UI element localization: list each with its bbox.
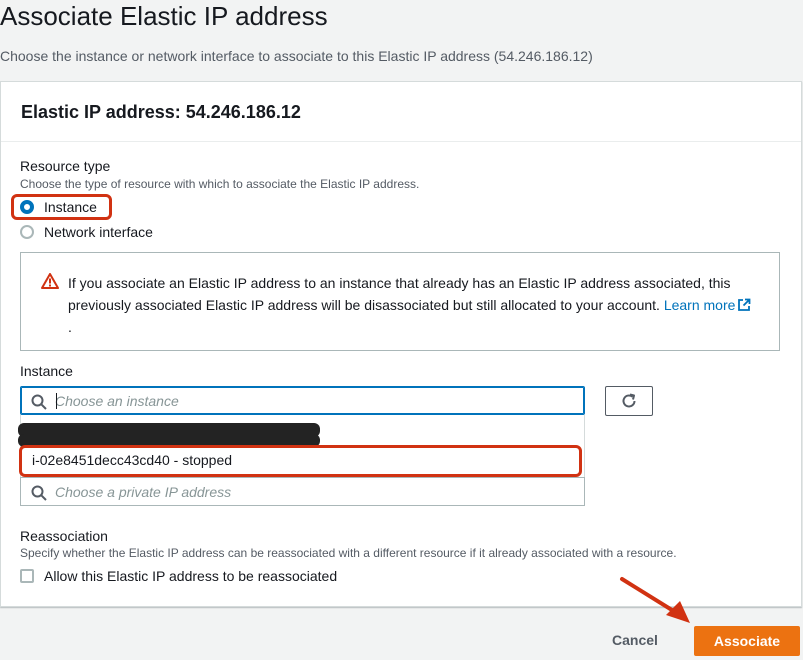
learn-more-link[interactable]: Learn more — [664, 297, 752, 313]
search-icon — [31, 394, 47, 410]
associate-button[interactable]: Associate — [694, 626, 800, 656]
page-title: Associate Elastic IP address — [0, 1, 328, 31]
private-ip-input[interactable] — [55, 478, 575, 505]
radio-network-interface[interactable]: Network interface — [20, 224, 153, 240]
instance-label: Instance — [20, 363, 73, 379]
external-link-icon — [738, 298, 751, 311]
private-ip-select[interactable] — [20, 477, 585, 506]
warning-icon — [41, 273, 59, 289]
reassociate-checkbox[interactable] — [20, 569, 34, 583]
radio-network-interface-label: Network interface — [44, 224, 153, 240]
instance-search-input[interactable] — [55, 387, 575, 414]
cancel-button[interactable]: Cancel — [612, 632, 658, 648]
annotation-highlight-instance-option — [19, 445, 582, 477]
radio-button-network-interface[interactable] — [20, 225, 34, 239]
alert-text: If you associate an Elastic IP address t… — [68, 275, 731, 313]
alert-trailing: . — [68, 319, 72, 335]
resource-type-label: Resource type — [20, 158, 111, 174]
instance-search-box[interactable] — [20, 386, 585, 415]
reassociation-hint: Specify whether the Elastic IP address c… — [20, 546, 677, 560]
refresh-button[interactable] — [605, 386, 653, 416]
resource-type-hint: Choose the type of resource with which t… — [20, 177, 420, 191]
reassociation-label: Reassociation — [20, 528, 108, 544]
refresh-icon — [622, 393, 636, 408]
panel-header: Elastic IP address: 54.246.186.12 — [1, 82, 801, 142]
page-description: Choose the instance or network interface… — [0, 48, 593, 64]
panel-title: Elastic IP address: 54.246.186.12 — [21, 102, 301, 122]
alert-message: If you associate an Elastic IP address t… — [68, 272, 768, 338]
text-caret — [56, 393, 57, 409]
search-icon — [31, 485, 47, 501]
annotation-highlight-instance — [11, 194, 112, 220]
warning-alert: If you associate an Elastic IP address t… — [20, 252, 780, 351]
annotation-arrow-icon — [620, 577, 690, 623]
reassociate-checkbox-label[interactable]: Allow this Elastic IP address to be reas… — [44, 568, 337, 584]
learn-more-label: Learn more — [663, 297, 736, 313]
associate-eip-page: Associate Elastic IP address Choose the … — [0, 0, 803, 660]
